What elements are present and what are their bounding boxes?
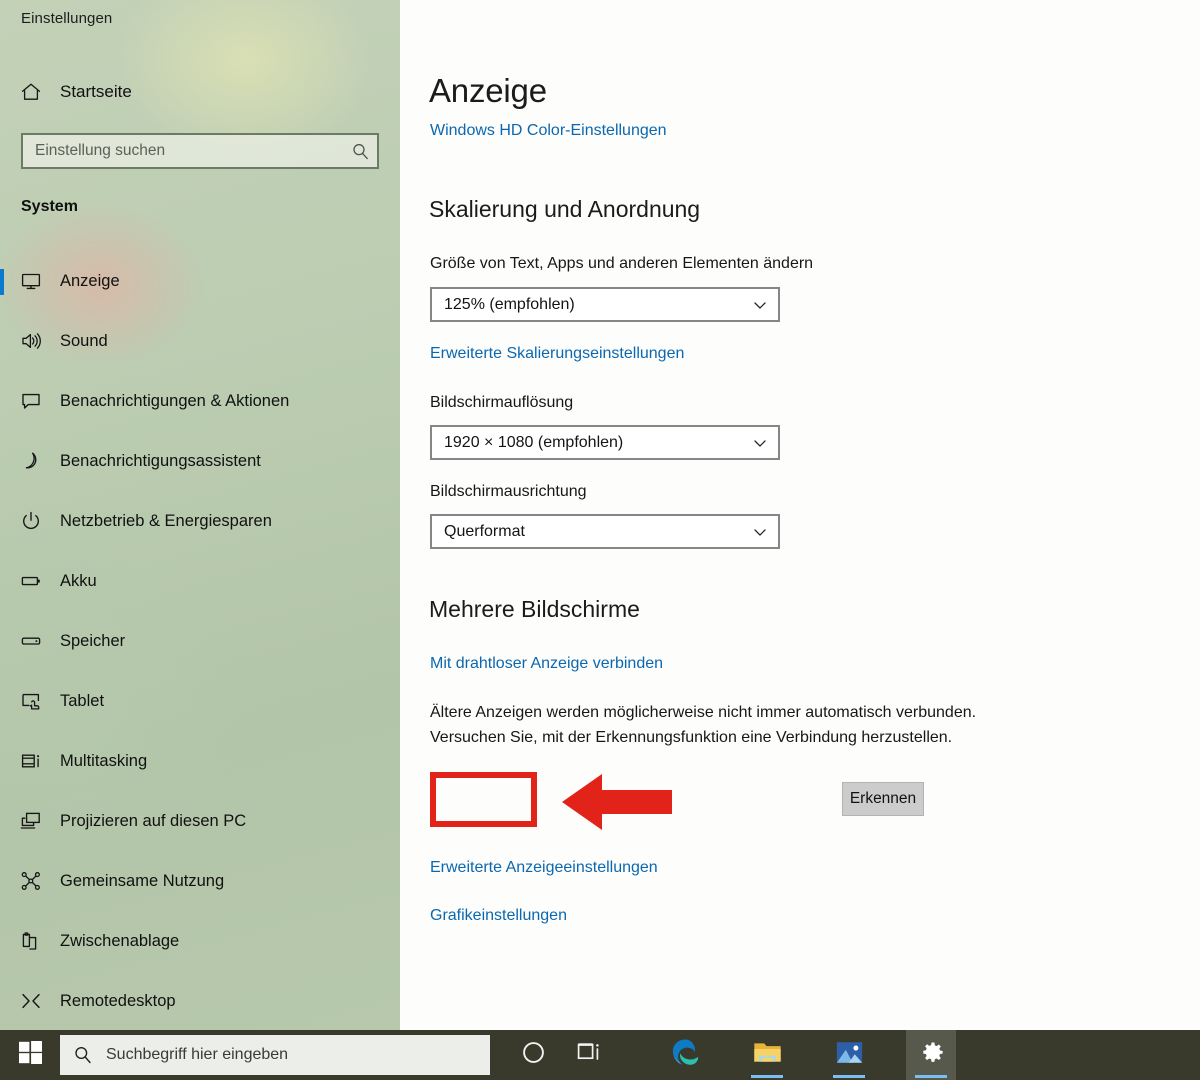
share-icon bbox=[20, 870, 42, 892]
sidebar-item-multitasking[interactable]: Multitasking bbox=[0, 741, 400, 781]
sidebar-item-project[interactable]: Projizieren auf diesen PC bbox=[0, 801, 400, 841]
search-icon[interactable] bbox=[343, 135, 377, 167]
scaling-section-heading: Skalierung und Anordnung bbox=[429, 196, 701, 222]
scale-dropdown[interactable]: 125% (empfohlen) bbox=[430, 287, 780, 322]
connect-wireless-display-link[interactable]: Mit drahtloser Anzeige verbinden bbox=[430, 655, 663, 673]
speaker-icon bbox=[20, 330, 42, 352]
sidebar-item-sound-label: Sound bbox=[60, 331, 108, 350]
scale-field-label: Größe von Text, Apps und anderen Element… bbox=[430, 255, 814, 272]
settings-button[interactable] bbox=[906, 1030, 956, 1080]
search-icon[interactable] bbox=[60, 1035, 106, 1075]
graphics-settings-link[interactable]: Grafikeinstellungen bbox=[430, 907, 567, 925]
storage-icon bbox=[20, 630, 42, 652]
page-title: Anzeige bbox=[429, 72, 547, 109]
sidebar-item-power[interactable]: Netzbetrieb & Energiesparen bbox=[0, 501, 400, 541]
chat-bubble-icon bbox=[20, 390, 42, 412]
clipboard-icon bbox=[20, 930, 42, 952]
taskbar-search-input[interactable] bbox=[106, 1046, 490, 1064]
running-indicator bbox=[833, 1075, 865, 1078]
sidebar-item-remote-desktop-label: Remotedesktop bbox=[60, 991, 176, 1010]
sidebar-item-tablet-label: Tablet bbox=[60, 691, 105, 710]
navigation-sidebar: Einstellungen Startseite System bbox=[0, 0, 400, 1030]
cortana-button[interactable] bbox=[508, 1030, 558, 1080]
sidebar-item-storage[interactable]: Speicher bbox=[0, 621, 400, 661]
remote-icon bbox=[20, 990, 42, 1012]
sidebar-item-power-label: Netzbetrieb & Energiesparen bbox=[60, 511, 272, 530]
sidebar-item-home[interactable]: Startseite bbox=[0, 72, 400, 112]
sidebar-item-shared-experiences[interactable]: Gemeinsame Nutzung bbox=[0, 861, 400, 901]
search-input[interactable] bbox=[23, 142, 343, 160]
sidebar-item-shared-experiences-label: Gemeinsame Nutzung bbox=[60, 871, 225, 890]
advanced-display-settings-link[interactable]: Erweiterte Anzeigeeinstellungen bbox=[430, 859, 658, 877]
taskbar-search-box[interactable] bbox=[60, 1035, 490, 1075]
hd-color-settings-link[interactable]: Windows HD Color-Einstellungen bbox=[430, 122, 667, 140]
advanced-scaling-link[interactable]: Erweiterte Skalierungseinstellungen bbox=[430, 345, 684, 363]
sidebar-item-project-label: Projizieren auf diesen PC bbox=[60, 811, 247, 830]
orientation-dropdown[interactable]: Querformat bbox=[430, 514, 780, 549]
multiple-displays-heading: Mehrere Bildschirme bbox=[429, 596, 640, 622]
settings-search-box[interactable] bbox=[21, 133, 379, 169]
resolution-dropdown[interactable]: 1920 × 1080 (empfohlen) bbox=[430, 425, 780, 460]
moon-icon bbox=[20, 450, 42, 472]
settings-gear-icon bbox=[916, 1038, 946, 1073]
edge-button[interactable] bbox=[660, 1030, 710, 1080]
chevron-down-icon bbox=[742, 516, 778, 547]
project-icon bbox=[20, 810, 42, 832]
multitasking-icon bbox=[20, 750, 42, 772]
running-indicator bbox=[915, 1075, 947, 1078]
running-indicator bbox=[751, 1075, 783, 1078]
sidebar-item-battery-label: Akku bbox=[60, 571, 97, 590]
resolution-dropdown-value: 1920 × 1080 (empfohlen) bbox=[444, 433, 624, 451]
home-icon bbox=[20, 81, 42, 103]
window-title: Einstellungen bbox=[21, 10, 113, 27]
detect-button[interactable]: Erkennen bbox=[842, 782, 924, 816]
start-button[interactable] bbox=[0, 1030, 60, 1080]
cortana-icon bbox=[521, 1040, 546, 1070]
settings-window: Einstellungen Startseite System bbox=[0, 0, 1200, 1080]
sidebar-item-focus-assist[interactable]: Benachrichtigungsassistent bbox=[0, 441, 400, 481]
tablet-icon bbox=[20, 690, 42, 712]
photos-button[interactable] bbox=[824, 1030, 874, 1080]
sidebar-item-home-label: Startseite bbox=[60, 82, 132, 101]
power-icon bbox=[20, 510, 42, 532]
battery-icon bbox=[20, 570, 42, 592]
task-view-icon bbox=[577, 1040, 602, 1070]
sidebar-item-anzeige-label: Anzeige bbox=[60, 271, 120, 290]
multiple-displays-description: Ältere Anzeigen werden möglicherweise ni… bbox=[430, 704, 977, 746]
chevron-down-icon bbox=[742, 427, 778, 458]
file-explorer-icon bbox=[752, 1037, 783, 1073]
orientation-field-label: Bildschirmausrichtung bbox=[430, 483, 587, 500]
sidebar-item-tablet[interactable]: Tablet bbox=[0, 681, 400, 721]
sidebar-section-heading: System bbox=[21, 198, 78, 215]
sidebar-item-clipboard-label: Zwischenablage bbox=[60, 931, 180, 950]
windows-logo-icon bbox=[18, 1041, 42, 1069]
sidebar-item-anzeige[interactable]: Anzeige bbox=[0, 261, 400, 301]
task-view-button[interactable] bbox=[564, 1030, 614, 1080]
photos-icon bbox=[834, 1037, 865, 1073]
sidebar-item-focus-assist-label: Benachrichtigungsassistent bbox=[60, 451, 261, 470]
edge-icon bbox=[670, 1037, 701, 1073]
sidebar-item-notifications[interactable]: Benachrichtigungen & Aktionen bbox=[0, 381, 400, 421]
scale-dropdown-value: 125% (empfohlen) bbox=[444, 295, 575, 313]
chevron-down-icon bbox=[742, 289, 778, 320]
orientation-dropdown-value: Querformat bbox=[444, 522, 525, 540]
sidebar-item-storage-label: Speicher bbox=[60, 631, 126, 650]
sidebar-item-multitasking-label: Multitasking bbox=[60, 751, 148, 770]
resolution-field-label: Bildschirmauflösung bbox=[430, 394, 574, 411]
sidebar-item-sound[interactable]: Sound bbox=[0, 321, 400, 361]
file-explorer-button[interactable] bbox=[742, 1030, 792, 1080]
sidebar-item-remote-desktop[interactable]: Remotedesktop bbox=[0, 981, 400, 1021]
monitor-icon bbox=[20, 270, 42, 292]
sidebar-item-notifications-label: Benachrichtigungen & Aktionen bbox=[60, 391, 290, 410]
sidebar-item-battery[interactable]: Akku bbox=[0, 561, 400, 601]
sidebar-item-clipboard[interactable]: Zwischenablage bbox=[0, 921, 400, 961]
taskbar bbox=[0, 1030, 1200, 1080]
main-content: Anzeige Windows HD Color-Einstellungen S… bbox=[400, 0, 1200, 1030]
